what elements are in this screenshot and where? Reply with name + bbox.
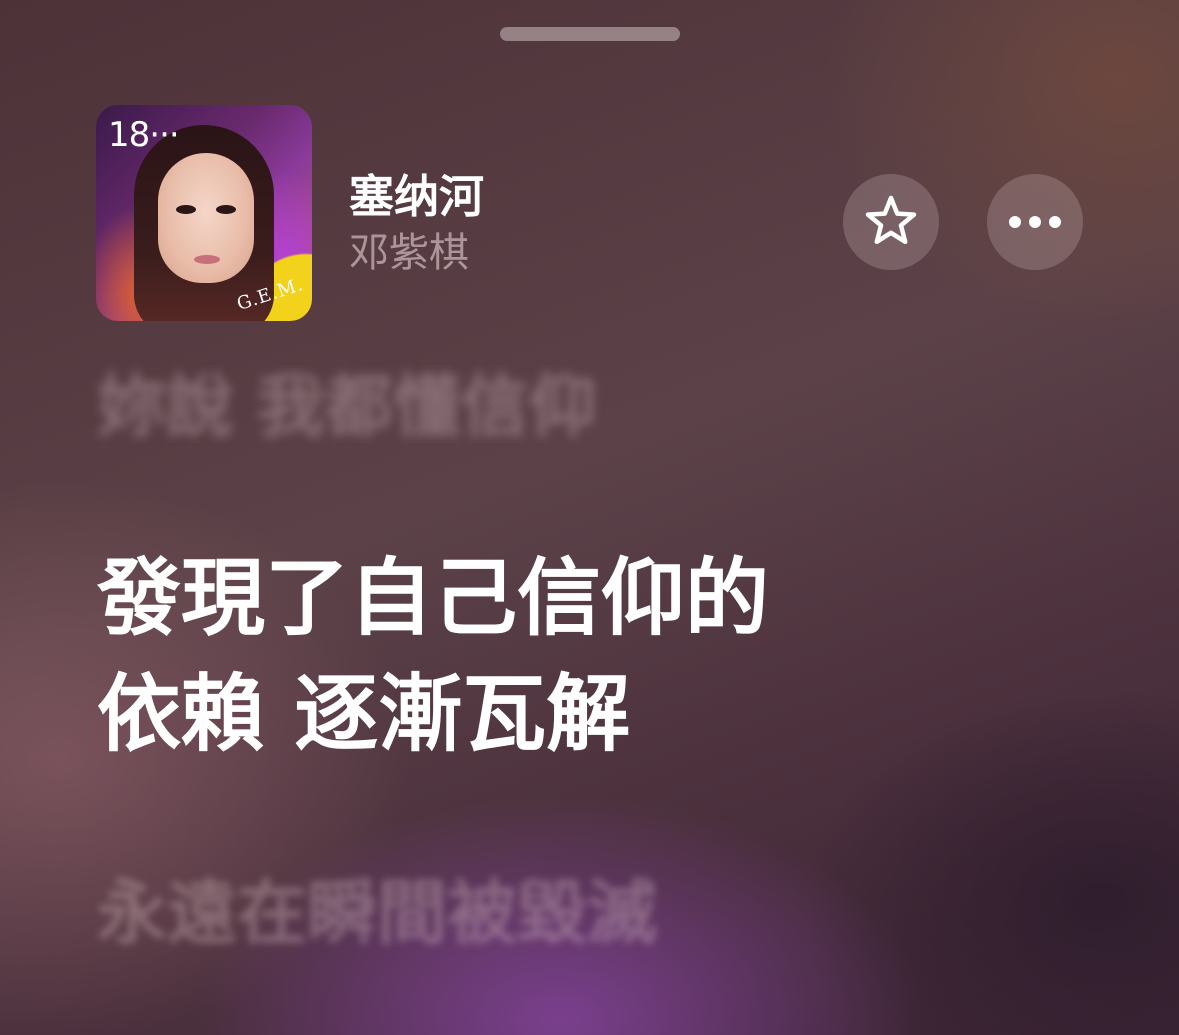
ellipsis-icon bbox=[1009, 216, 1061, 228]
artwork-lips bbox=[194, 255, 220, 264]
lyric-previous-line[interactable]: 妳說 我都懂信仰 bbox=[97, 368, 597, 448]
song-artist[interactable]: 邓紫棋 bbox=[349, 228, 469, 278]
album-artwork[interactable]: 18··· G.E.M. bbox=[96, 105, 312, 321]
song-title[interactable]: 塞纳河 bbox=[349, 170, 484, 224]
lyric-current-line-1: 發現了自己信仰的 bbox=[97, 549, 770, 647]
lyric-current-line-2: 依賴 逐漸瓦解 bbox=[97, 665, 631, 763]
lyric-current[interactable]: 發現了自己信仰的 依賴 逐漸瓦解 bbox=[97, 540, 769, 772]
star-icon bbox=[865, 195, 917, 245]
artwork-eye-left bbox=[176, 205, 196, 214]
more-options-button[interactable] bbox=[987, 174, 1083, 270]
sheet-grabber-handle[interactable] bbox=[500, 27, 680, 41]
artwork-eye-right bbox=[216, 205, 236, 214]
artwork-corner-text: 18··· bbox=[108, 115, 180, 155]
favorite-button[interactable] bbox=[843, 174, 939, 270]
lyric-next-line[interactable]: 永遠在瞬間被毀滅 bbox=[97, 868, 657, 958]
